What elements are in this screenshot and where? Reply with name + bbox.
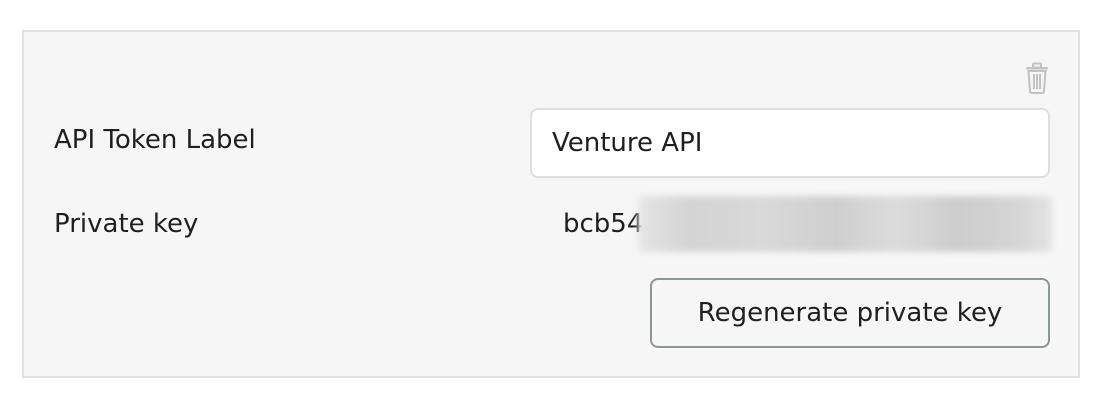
api-token-label: API Token Label (54, 125, 256, 155)
private-key-value: bcb54 (563, 209, 644, 239)
regenerate-private-key-button[interactable]: Regenerate private key (650, 278, 1050, 348)
private-key-label: Private key (54, 209, 199, 239)
api-token-label-input[interactable] (530, 108, 1050, 178)
private-key-redacted (638, 196, 1052, 252)
trash-icon[interactable] (1023, 62, 1051, 94)
